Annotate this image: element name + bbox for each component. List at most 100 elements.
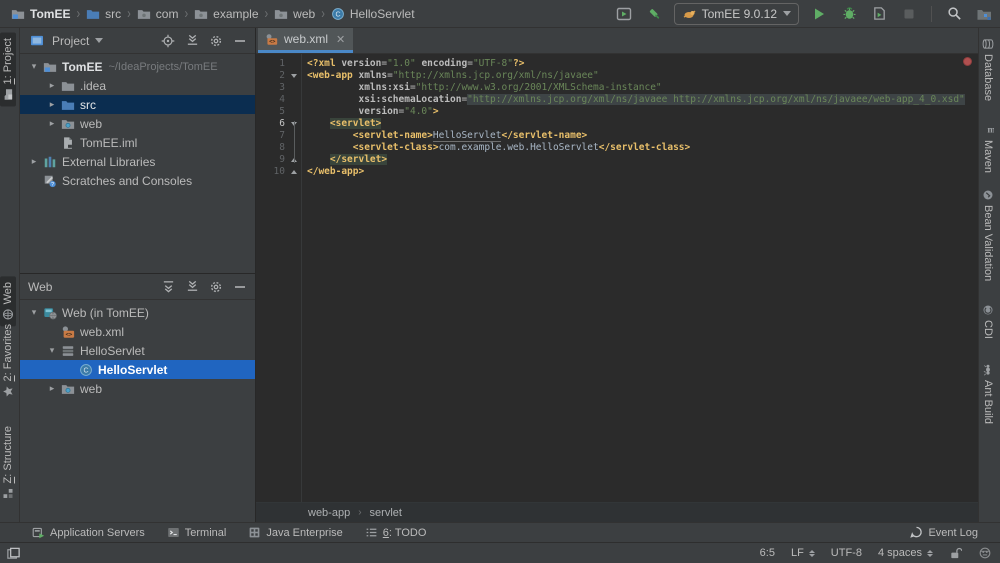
event-log-icon: [910, 526, 923, 539]
collapse-arrow-icon[interactable]: ▾: [26, 61, 42, 72]
node-label: src: [80, 98, 96, 112]
breadcrumb-item-tomee[interactable]: TomEE: [8, 5, 73, 23]
project-structure-icon[interactable]: [974, 4, 994, 24]
tool-tab-label: Ant Build: [982, 380, 994, 424]
toolwindow-button-application-servers[interactable]: Application Servers: [32, 526, 145, 539]
editor-area: <> web.xml ✕ 12345678910 <?xml version="…: [256, 28, 978, 522]
folder-pkg-icon: [194, 7, 208, 21]
collapse-all-icon[interactable]: [183, 278, 201, 296]
chevron-down-icon: [783, 11, 791, 16]
expand-arrow-icon[interactable]: ▸: [44, 118, 60, 129]
web-node-web-in-tomee-[interactable]: ▾ Web (in TomEE): [20, 303, 255, 322]
web-node-web[interactable]: ▸web: [20, 379, 255, 398]
tab-web-xml[interactable]: <> web.xml ✕: [258, 28, 353, 53]
code-line-10: </web-app>: [307, 166, 978, 178]
breadcrumb-separator: ›: [75, 6, 81, 22]
debug-button[interactable]: [839, 4, 859, 24]
web-node-web-xml[interactable]: <>web.xml: [20, 322, 255, 341]
code-line-9: </servlet>: [307, 154, 978, 166]
locate-file-icon[interactable]: [159, 32, 177, 50]
node-label: Web (in TomEE): [62, 306, 149, 320]
project-node-src[interactable]: ▸ src: [20, 95, 255, 114]
web-node-helloservlet[interactable]: CHelloServlet: [20, 360, 255, 379]
run-configuration-select[interactable]: TomEE 9.0.12: [674, 3, 799, 25]
project-panel-title[interactable]: Project: [52, 34, 89, 48]
search-everywhere-icon[interactable]: [944, 4, 964, 24]
ant-icon: [982, 364, 994, 376]
tool-tab-cdi[interactable]: CDI: [980, 298, 996, 345]
web-tree: ▾ Web (in TomEE) <>web.xml▾HelloServletCHe…: [20, 300, 255, 398]
chevron-down-icon[interactable]: [95, 38, 103, 43]
libraries-icon: [42, 155, 58, 169]
svg-text:C: C: [335, 11, 340, 18]
expand-arrow-icon[interactable]: ▸: [44, 383, 60, 394]
tool-tab-ant-build[interactable]: Ant Build: [980, 358, 996, 430]
collapse-arrow-icon[interactable]: ▾: [44, 345, 60, 356]
project-node-tomee-iml[interactable]: TomEE.iml: [20, 133, 255, 152]
caret-position[interactable]: 6:5: [760, 547, 775, 559]
event-log-button[interactable]: Event Log: [910, 526, 978, 539]
project-node--idea[interactable]: ▸.idea: [20, 76, 255, 95]
run-button[interactable]: [809, 4, 829, 24]
project-node-scratches-and-consoles[interactable]: ?Scratches and Consoles: [20, 171, 255, 190]
run-configuration-label: TomEE 9.0.12: [702, 7, 777, 21]
expand-arrow-icon[interactable]: ▸: [44, 80, 60, 91]
xml-breadcrumb-web-app[interactable]: web-app: [308, 507, 350, 519]
error-indicator[interactable]: [963, 57, 972, 66]
project-node-web[interactable]: ▸web: [20, 114, 255, 133]
lock-icon[interactable]: [949, 547, 962, 560]
editor-content[interactable]: <?xml version="1.0" encoding="UTF-8"?><w…: [302, 54, 978, 502]
tool-tab-database[interactable]: Database: [980, 32, 996, 107]
tool-window-switcher-icon[interactable]: [4, 544, 22, 562]
tool-tab-1-project[interactable]: 1: Project: [0, 32, 16, 106]
toolwindow-button-terminal[interactable]: Terminal: [167, 526, 227, 539]
code-editor[interactable]: 12345678910 <?xml version="1.0" encoding…: [256, 54, 978, 502]
breadcrumb-item-helloservlet[interactable]: CHelloServlet: [328, 5, 418, 23]
run-dashboard-icon[interactable]: [614, 4, 634, 24]
gear-icon[interactable]: [207, 32, 225, 50]
breadcrumb-item-src[interactable]: src: [83, 5, 124, 23]
collapse-arrow-icon[interactable]: ▾: [26, 307, 42, 318]
close-tab-icon[interactable]: ✕: [336, 33, 345, 46]
project-node-tomee[interactable]: ▾TomEE~/IdeaProjects/TomEE: [20, 57, 255, 76]
breadcrumb-item-example[interactable]: example: [191, 5, 261, 23]
project-node-external-libraries[interactable]: ▸External Libraries: [20, 152, 255, 171]
coverage-button[interactable]: [869, 4, 889, 24]
class-icon: C: [331, 7, 345, 21]
java-ee-icon: [248, 526, 261, 539]
tomee-config-icon: [682, 8, 696, 20]
toolwindow-button-6-todo[interactable]: 6: TODO: [365, 526, 427, 539]
build-hammer-icon[interactable]: [644, 4, 664, 24]
breadcrumb-item-web[interactable]: web: [271, 5, 318, 23]
web-node-helloservlet[interactable]: ▾HelloServlet: [20, 341, 255, 360]
tool-tab-label: Web: [2, 282, 14, 304]
toolwindow-button-label: Application Servers: [50, 527, 145, 539]
tool-tab-2-favorites[interactable]: 2: Favorites: [0, 318, 16, 403]
hide-panel-icon[interactable]: [231, 278, 249, 296]
indent-select[interactable]: 4 spaces: [878, 547, 933, 559]
project-panel-icon: [28, 32, 46, 50]
toolwindow-button-label: Java Enterprise: [266, 527, 342, 539]
file-encoding-select[interactable]: UTF-8: [831, 547, 862, 559]
editor-breadcrumbs: web-app›servlet: [256, 502, 978, 522]
todo-icon: [365, 526, 378, 539]
tool-tab-bean-validation[interactable]: Bean Validation: [980, 183, 996, 287]
fold-range-line: [294, 121, 295, 163]
tool-tab-z-structure[interactable]: Z: Structure: [0, 420, 16, 505]
xml-breadcrumb-servlet[interactable]: servlet: [370, 507, 402, 519]
fold-region-end-icon[interactable]: [290, 166, 298, 178]
fold-region-start-icon[interactable]: [290, 70, 298, 82]
inspection-profile-icon[interactable]: [978, 546, 992, 560]
line-ending-select[interactable]: LF: [791, 547, 815, 559]
toolwindow-button-java-enterprise[interactable]: Java Enterprise: [248, 526, 342, 539]
hide-panel-icon[interactable]: [231, 32, 249, 50]
breadcrumb-item-com[interactable]: com: [134, 5, 182, 23]
collapse-all-icon[interactable]: [183, 32, 201, 50]
expand-arrow-icon[interactable]: ▸: [44, 99, 60, 110]
expand-all-icon[interactable]: [159, 278, 177, 296]
chevron-updown-icon: [927, 550, 933, 557]
gear-icon[interactable]: [207, 278, 225, 296]
tool-tab-maven[interactable]: mMaven: [980, 118, 996, 179]
app-servers-icon: [32, 526, 45, 539]
expand-arrow-icon[interactable]: ▸: [26, 156, 42, 167]
